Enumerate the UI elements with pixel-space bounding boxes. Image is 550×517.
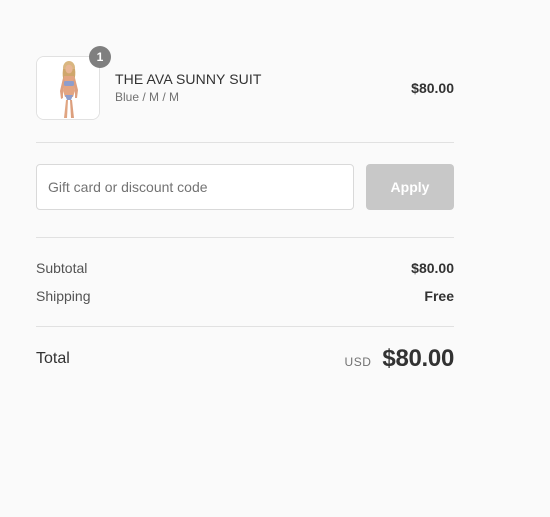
product-name: THE AVA SUNNY SUIT [115,71,262,87]
product-thumbnail-wrapper: 1 [36,46,111,120]
order-summary: 1 THE AVA SUNNY SUIT Blue / M / M $80.00… [36,46,454,374]
product-info: THE AVA SUNNY SUIT Blue / M / M [115,71,411,105]
shipping-value: Free [424,288,454,304]
product-variant: Blue / M / M [115,90,180,104]
currency-code: USD [344,355,372,369]
divider [36,326,454,327]
quantity-badge: 1 [89,46,111,68]
divider [36,142,454,143]
total-row: Total USD $80.00 [36,344,454,374]
discount-form: Apply [36,164,454,210]
product-thumbnail [36,56,100,120]
subtotal-value: $80.00 [411,260,454,276]
product-image [37,57,99,119]
divider [36,237,454,238]
apply-discount-button[interactable]: Apply [366,164,454,210]
product-price: $80.00 [411,80,454,96]
total-amount: USD $80.00 [344,345,455,373]
discount-code-input[interactable] [36,164,354,210]
subtotal-row: Subtotal $80.00 [36,258,454,278]
total-label: Total [36,350,70,367]
subtotal-label: Subtotal [36,260,88,276]
shipping-row: Shipping Free [36,286,454,306]
cart-line-item: 1 THE AVA SUNNY SUIT Blue / M / M $80.00 [36,46,454,120]
shipping-label: Shipping [36,288,91,304]
total-value: $80.00 [382,345,454,372]
